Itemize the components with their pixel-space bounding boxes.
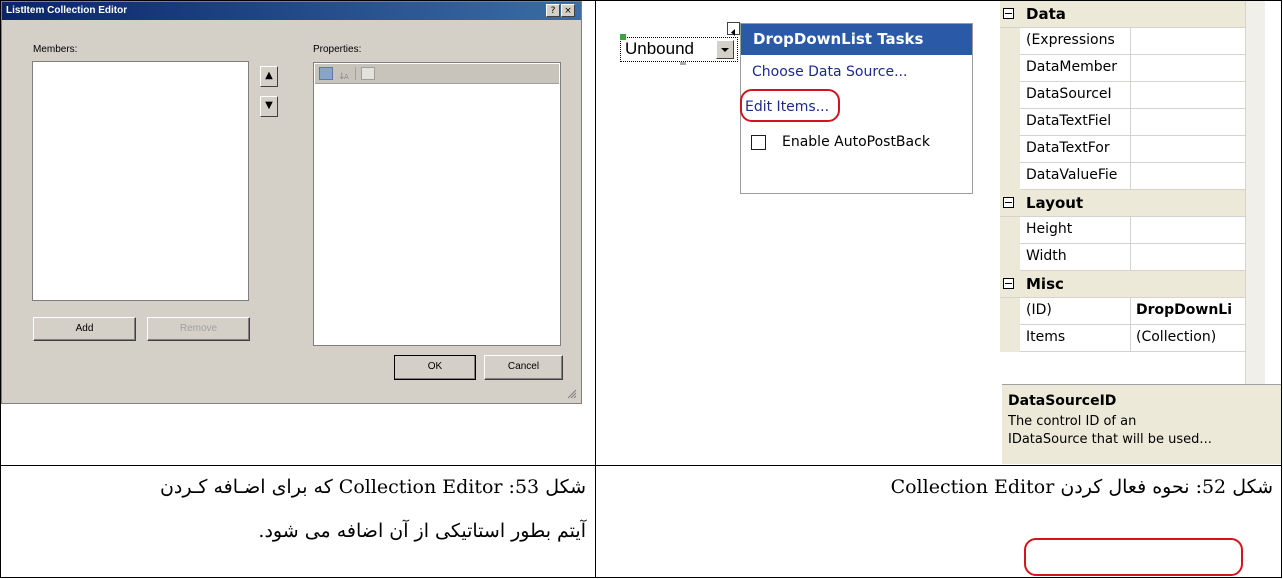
column-separator <box>1130 109 1131 135</box>
property-row[interactable]: Height <box>1000 217 1245 244</box>
selection-handle-icon <box>620 34 626 40</box>
arrow-down-icon: ▼ <box>265 100 273 111</box>
autopostback-label: Enable AutoPostBack <box>782 134 930 150</box>
column-separator <box>1130 217 1131 243</box>
property-row[interactable]: DataValueFie <box>1000 163 1245 190</box>
categorized-icon[interactable] <box>319 67 333 80</box>
row-gutter <box>1000 136 1020 163</box>
smart-tag-title: DropDownList Tasks <box>741 24 972 55</box>
ok-button[interactable]: OK <box>394 355 476 380</box>
property-row[interactable]: DataTextFiel <box>1000 109 1245 136</box>
description-line-1: The control ID of an <box>1008 414 1137 429</box>
property-name: Items <box>1026 329 1066 345</box>
chevron-left-icon <box>731 29 735 36</box>
column-separator <box>1130 136 1131 162</box>
figure-53-caption-line-1: شکل 53: Collection Editor که برای اضـافه… <box>159 476 586 498</box>
collection-editor-dialog: ListItem Collection Editor ? × Members: … <box>1 1 582 404</box>
move-up-button[interactable]: ▲ <box>260 66 278 87</box>
add-button[interactable]: Add <box>33 317 136 341</box>
property-row[interactable]: Items (Collection) <box>1000 325 1245 352</box>
property-description-pane: DataSourceID The control ID of an IDataS… <box>1002 384 1281 464</box>
column-separator <box>1130 325 1131 351</box>
row-gutter <box>1000 82 1020 109</box>
collapse-icon[interactable] <box>1003 197 1014 208</box>
row-gutter <box>1000 163 1020 190</box>
close-button[interactable]: × <box>561 4 575 17</box>
property-name: (Expressions <box>1026 32 1115 48</box>
category-layout[interactable]: Layout <box>1000 190 1245 217</box>
chevron-down-icon <box>721 48 729 52</box>
help-button[interactable]: ? <box>546 4 560 17</box>
properties-label: Properties: <box>313 44 362 55</box>
alphabetical-icon[interactable]: ↓ A <box>337 67 351 82</box>
collapse-icon[interactable] <box>1003 278 1014 289</box>
property-name: DataMember <box>1026 59 1118 75</box>
description-line-2: IDataSource that will be used... <box>1008 432 1212 447</box>
row-gutter <box>1000 109 1020 136</box>
column-separator <box>1130 82 1131 108</box>
column-separator <box>1130 163 1131 189</box>
category-label: Data <box>1026 5 1066 23</box>
table-column-divider <box>595 0 596 578</box>
items-row-highlight-outer <box>1024 538 1243 576</box>
description-title: DataSourceID <box>1008 393 1117 409</box>
property-pages-icon[interactable] <box>361 67 375 80</box>
dropdownlist-control[interactable]: Unbound <box>620 37 738 62</box>
resize-handle-icon <box>680 62 686 65</box>
property-name: Width <box>1026 248 1067 264</box>
column-separator <box>1130 55 1131 81</box>
row-gutter <box>1000 217 1020 244</box>
property-value[interactable]: (Collection) <box>1136 329 1244 345</box>
property-name: (ID) <box>1026 302 1052 318</box>
property-row[interactable]: DataMember <box>1000 55 1245 82</box>
category-label: Layout <box>1026 194 1084 212</box>
row-gutter <box>1000 244 1020 271</box>
property-name: DataTextFor <box>1026 140 1110 156</box>
property-value[interactable]: DropDownLi <box>1136 302 1244 318</box>
properties-grid[interactable] <box>313 62 561 346</box>
svg-text:A: A <box>344 73 349 81</box>
column-separator <box>1130 298 1131 324</box>
column-separator <box>1130 28 1131 54</box>
members-label: Members: <box>33 44 78 55</box>
row-gutter <box>1000 298 1020 325</box>
edit-items-highlight <box>740 89 840 122</box>
dropdownlist-text: Unbound <box>625 39 695 58</box>
property-name: DataSourceI <box>1026 86 1112 102</box>
table-row-divider <box>0 465 1282 466</box>
move-down-button[interactable]: ▼ <box>260 96 278 117</box>
property-row[interactable]: DataTextFor <box>1000 136 1245 163</box>
property-name: DataTextFiel <box>1026 113 1112 129</box>
property-grid-scrollbar[interactable] <box>1245 1 1265 405</box>
figure-52-caption: شکل 52: نحوه فعال کردن Collection Editor <box>890 476 1273 498</box>
category-misc[interactable]: Misc <box>1000 271 1245 298</box>
row-gutter <box>1000 28 1020 55</box>
arrow-up-icon: ▲ <box>265 70 273 81</box>
choose-data-source-link[interactable]: Choose Data Source... <box>752 64 907 80</box>
dialog-title: ListItem Collection Editor <box>2 2 581 20</box>
dropdown-arrow-button[interactable] <box>716 40 734 59</box>
property-row[interactable]: (Expressions <box>1000 28 1245 55</box>
members-list[interactable] <box>32 61 249 301</box>
row-gutter <box>1000 325 1020 352</box>
property-name: DataValueFie <box>1026 167 1118 183</box>
column-separator <box>1130 244 1131 270</box>
remove-button[interactable]: Remove <box>147 317 250 341</box>
figure-53-caption-line-2: آیتم بطور استاتیکی از آن اضافه می شود. <box>258 520 586 542</box>
row-gutter <box>1000 55 1020 82</box>
category-label: Misc <box>1026 275 1064 293</box>
resize-grip-icon[interactable] <box>567 389 577 399</box>
smart-tag-glyph[interactable] <box>727 22 740 36</box>
properties-toolbar: ↓ A <box>315 64 559 84</box>
cancel-button[interactable]: Cancel <box>484 355 563 380</box>
autopostback-checkbox[interactable] <box>751 135 766 150</box>
property-row[interactable]: Width <box>1000 244 1245 271</box>
property-row[interactable]: (ID) DropDownLi <box>1000 298 1245 325</box>
collapse-icon[interactable] <box>1003 8 1014 19</box>
property-name: Height <box>1026 221 1073 237</box>
category-data[interactable]: Data <box>1000 1 1245 28</box>
property-row[interactable]: DataSourceI <box>1000 82 1245 109</box>
